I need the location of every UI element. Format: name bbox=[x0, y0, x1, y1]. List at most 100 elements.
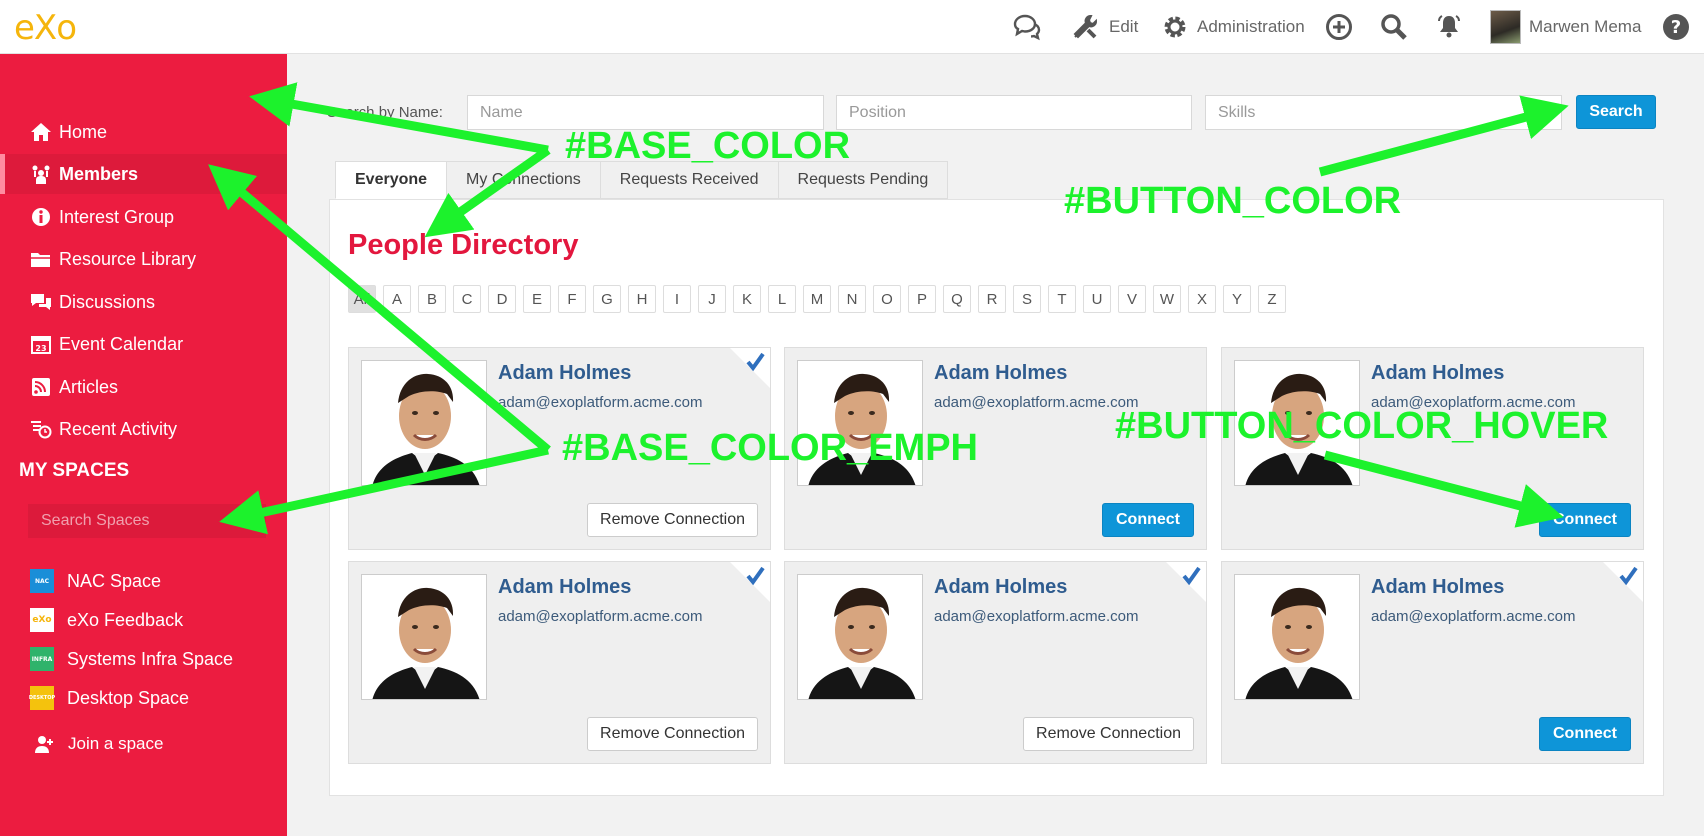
letter-filter-f[interactable]: F bbox=[558, 285, 586, 313]
sidebar-item-articles[interactable]: Articles bbox=[0, 367, 287, 407]
space-item-systems-infra[interactable]: INFRA Systems Infra Space bbox=[30, 646, 233, 672]
tab-everyone[interactable]: Everyone bbox=[335, 161, 448, 199]
annotation-base-color: #BASE_COLOR bbox=[565, 125, 851, 167]
chat-icon[interactable] bbox=[1012, 0, 1042, 54]
my-spaces-title: MY SPACES bbox=[19, 460, 130, 481]
sidebar-item-resource-library[interactable]: Resource Library bbox=[0, 239, 287, 279]
space-item-desktop[interactable]: DESKTOP Desktop Space bbox=[29, 685, 189, 711]
search-spaces-input[interactable] bbox=[28, 504, 266, 538]
remove-connection-button[interactable]: Remove Connection bbox=[587, 717, 758, 751]
letter-filter-all[interactable]: All bbox=[348, 285, 376, 313]
search-by-name-label: Search by Name: bbox=[327, 104, 443, 121]
svg-text:?: ? bbox=[1671, 17, 1681, 38]
letter-filter-l[interactable]: L bbox=[768, 285, 796, 313]
avatar[interactable] bbox=[361, 360, 487, 486]
person-name-link[interactable]: Adam Holmes bbox=[934, 576, 1067, 599]
avatar[interactable] bbox=[361, 574, 487, 700]
search-button[interactable]: Search bbox=[1576, 95, 1656, 129]
remove-connection-button[interactable]: Remove Connection bbox=[587, 503, 758, 537]
person-email-link[interactable]: adam@exoplatform.acme.com bbox=[498, 608, 702, 625]
letter-filter-k[interactable]: K bbox=[733, 285, 761, 313]
letter-filter-j[interactable]: J bbox=[698, 285, 726, 313]
person-card: Adam Holmes adam@exoplatform.acme.com Remo… bbox=[348, 561, 771, 764]
avatar[interactable] bbox=[1234, 574, 1360, 700]
left-sidebar: Home Members Interest Group Resource Lib… bbox=[0, 54, 287, 836]
letter-filter-o[interactable]: O bbox=[873, 285, 901, 313]
letter-filter-y[interactable]: Y bbox=[1223, 285, 1251, 313]
sidebar-item-interest-group[interactable]: Interest Group bbox=[0, 197, 287, 237]
annotation-button-color-hover: #BUTTON_COLOR_HOVER bbox=[1115, 405, 1609, 447]
person-name-link[interactable]: Adam Holmes bbox=[498, 362, 631, 385]
activity-icon bbox=[31, 421, 52, 439]
letter-filter-q[interactable]: Q bbox=[943, 285, 971, 313]
letter-filter-t[interactable]: T bbox=[1048, 285, 1076, 313]
svg-text:23: 23 bbox=[35, 344, 46, 353]
person-email-link[interactable]: adam@exoplatform.acme.com bbox=[1371, 608, 1575, 625]
letter-filter-g[interactable]: G bbox=[593, 285, 621, 313]
connect-button[interactable]: Connect bbox=[1539, 503, 1631, 537]
join-space-link[interactable]: Join a space bbox=[34, 731, 163, 757]
connected-check-icon bbox=[1166, 562, 1206, 602]
letter-filter-m[interactable]: M bbox=[803, 285, 831, 313]
person-name-link[interactable]: Adam Holmes bbox=[1371, 362, 1504, 385]
avatar bbox=[1490, 10, 1521, 44]
avatar[interactable] bbox=[797, 574, 923, 700]
space-label: NAC Space bbox=[67, 570, 162, 591]
person-card: Adam Holmes adam@exoplatform.acme.com Conn… bbox=[1221, 347, 1644, 550]
space-avatar: eXo bbox=[30, 608, 54, 632]
person-name-link[interactable]: Adam Holmes bbox=[498, 576, 631, 599]
sidebar-item-home[interactable]: Home bbox=[0, 112, 287, 152]
letter-filter-n[interactable]: N bbox=[838, 285, 866, 313]
help-icon[interactable]: ? bbox=[1662, 0, 1690, 54]
letter-filter-w[interactable]: W bbox=[1153, 285, 1181, 313]
skills-search-input[interactable] bbox=[1205, 95, 1562, 130]
space-avatar: INFRA bbox=[30, 647, 54, 671]
sidebar-item-label: Event Calendar bbox=[59, 333, 184, 354]
person-name-link[interactable]: Adam Holmes bbox=[934, 362, 1067, 385]
space-item-exo-feedback[interactable]: eXo eXo Feedback bbox=[30, 607, 183, 633]
sidebar-item-recent-activity[interactable]: Recent Activity bbox=[0, 409, 287, 449]
connect-button[interactable]: Connect bbox=[1102, 503, 1194, 537]
space-item-nac[interactable]: NAC NAC Space bbox=[30, 568, 161, 594]
letter-filter-p[interactable]: P bbox=[908, 285, 936, 313]
letter-filter-d[interactable]: D bbox=[488, 285, 516, 313]
space-label: eXo Feedback bbox=[67, 609, 184, 630]
sidebar-item-label: Recent Activity bbox=[59, 418, 178, 439]
user-name: Marwen Mema bbox=[1529, 17, 1642, 36]
letter-filter-c[interactable]: C bbox=[453, 285, 481, 313]
letter-filter-v[interactable]: V bbox=[1118, 285, 1146, 313]
remove-connection-button[interactable]: Remove Connection bbox=[1023, 717, 1194, 751]
sidebar-item-label: Home bbox=[59, 121, 108, 142]
position-search-input[interactable] bbox=[836, 95, 1192, 130]
letter-filter-r[interactable]: R bbox=[978, 285, 1006, 313]
letter-filter-a[interactable]: A bbox=[383, 285, 411, 313]
sidebar-item-members[interactable]: Members bbox=[0, 154, 287, 194]
letter-filter-z[interactable]: Z bbox=[1258, 285, 1286, 313]
person-email-link[interactable]: adam@exoplatform.acme.com bbox=[934, 608, 1138, 625]
letter-filter-x[interactable]: X bbox=[1188, 285, 1216, 313]
letter-filter-s[interactable]: S bbox=[1013, 285, 1041, 313]
plus-circle-icon[interactable] bbox=[1325, 0, 1353, 54]
edit-menu[interactable]: Edit bbox=[1071, 0, 1138, 54]
sidebar-item-label: Interest Group bbox=[59, 206, 175, 227]
connect-button[interactable]: Connect bbox=[1539, 717, 1631, 751]
letter-filter-h[interactable]: H bbox=[628, 285, 656, 313]
letter-filter-b[interactable]: B bbox=[418, 285, 446, 313]
exo-logo[interactable]: eXo bbox=[14, 8, 77, 48]
search-icon[interactable] bbox=[1380, 0, 1408, 54]
sidebar-item-event-calendar[interactable]: 23 Event Calendar bbox=[0, 324, 287, 364]
letter-filter-i[interactable]: I bbox=[663, 285, 691, 313]
person-email-link[interactable]: adam@exoplatform.acme.com bbox=[498, 394, 702, 411]
sidebar-item-discussions[interactable]: Discussions bbox=[0, 282, 287, 322]
letter-filter-e[interactable]: E bbox=[523, 285, 551, 313]
connected-check-icon bbox=[730, 562, 770, 602]
person-card: Adam Holmes adam@exoplatform.acme.com Conn… bbox=[1221, 561, 1644, 764]
person-name-link[interactable]: Adam Holmes bbox=[1371, 576, 1504, 599]
letter-filter-u[interactable]: U bbox=[1083, 285, 1111, 313]
administration-menu[interactable]: Administration bbox=[1161, 0, 1305, 54]
person-email-link[interactable]: adam@exoplatform.acme.com bbox=[934, 394, 1138, 411]
bell-icon[interactable] bbox=[1434, 0, 1464, 54]
user-menu[interactable]: Marwen Mema bbox=[1490, 0, 1641, 54]
members-icon bbox=[32, 165, 50, 184]
discussion-icon bbox=[31, 294, 51, 310]
